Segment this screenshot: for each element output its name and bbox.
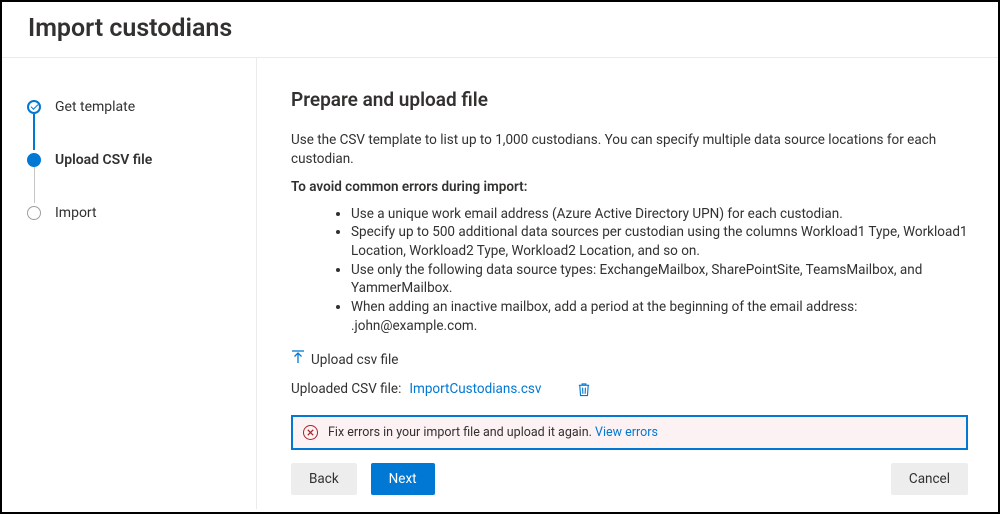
step-label: Get template bbox=[55, 99, 135, 115]
dialog-body: Get template Upload CSV file Import Prep… bbox=[2, 58, 998, 509]
step-current-icon bbox=[27, 153, 41, 167]
content-area: Prepare and upload file Use the CSV temp… bbox=[257, 58, 998, 451]
back-button[interactable]: Back bbox=[291, 463, 357, 495]
step-import[interactable]: Import bbox=[27, 202, 256, 224]
uploaded-filename-link[interactable]: ImportCustodians.csv bbox=[409, 381, 541, 397]
wizard-sidebar: Get template Upload CSV file Import bbox=[2, 58, 257, 509]
rules-list: Use a unique work email address (Azure A… bbox=[291, 205, 968, 335]
step-get-template[interactable]: Get template bbox=[27, 96, 256, 118]
dialog-header: Import custodians bbox=[2, 2, 998, 58]
uploaded-label: Uploaded CSV file: bbox=[291, 381, 401, 397]
main-panel: Prepare and upload file Use the CSV temp… bbox=[257, 58, 998, 509]
rule-item: Specify up to 500 additional data source… bbox=[351, 223, 968, 260]
lead-text: Use the CSV template to list up to 1,000… bbox=[291, 131, 968, 169]
step-label: Upload CSV file bbox=[55, 152, 152, 168]
upload-label: Upload csv file bbox=[311, 352, 398, 368]
error-message: Fix errors in your import file and uploa… bbox=[328, 425, 595, 440]
delete-file-button[interactable] bbox=[577, 382, 591, 397]
step-done-icon bbox=[27, 100, 41, 114]
page-heading: Prepare and upload file bbox=[291, 88, 968, 111]
rule-item: When adding an inactive mailbox, add a p… bbox=[351, 298, 968, 335]
view-errors-link[interactable]: View errors bbox=[595, 425, 658, 440]
dialog-title: Import custodians bbox=[28, 14, 972, 43]
uploaded-file-row: Uploaded CSV file: ImportCustodians.csv bbox=[291, 381, 968, 397]
error-icon bbox=[303, 425, 318, 440]
next-button[interactable]: Next bbox=[371, 463, 435, 495]
step-connector bbox=[33, 114, 34, 150]
step-connector bbox=[34, 167, 35, 203]
step-label: Import bbox=[55, 205, 97, 221]
rule-item: Use a unique work email address (Azure A… bbox=[351, 205, 968, 224]
upload-icon bbox=[291, 350, 305, 368]
upload-csv-action[interactable]: Upload csv file bbox=[291, 351, 968, 369]
step-pending-icon bbox=[27, 206, 41, 220]
step-upload-csv[interactable]: Upload CSV file bbox=[27, 149, 256, 171]
rules-intro: To avoid common errors during import: bbox=[291, 179, 968, 195]
dialog-footer: Back Next Cancel bbox=[257, 451, 998, 509]
error-banner: Fix errors in your import file and uploa… bbox=[291, 415, 968, 450]
rule-item: Use only the following data source types… bbox=[351, 261, 968, 298]
error-text: Fix errors in your import file and uploa… bbox=[328, 425, 658, 440]
cancel-button[interactable]: Cancel bbox=[891, 463, 968, 495]
